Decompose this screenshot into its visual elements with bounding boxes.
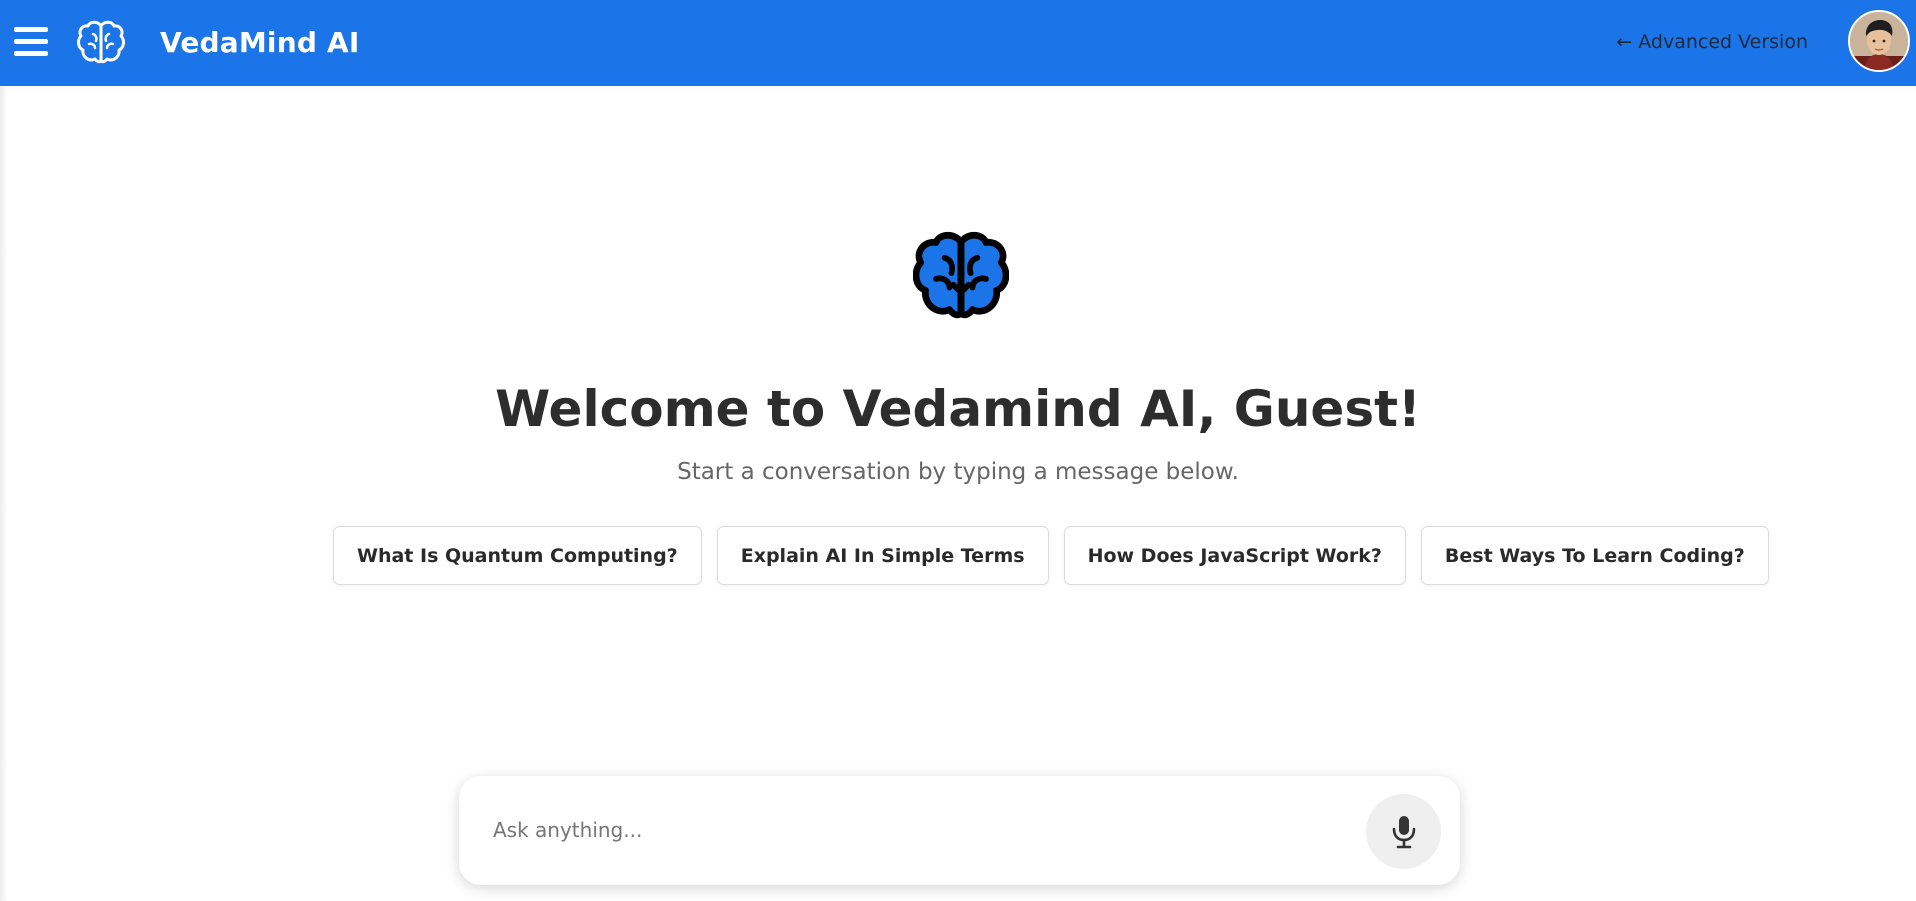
- hamburger-menu-icon[interactable]: [14, 27, 48, 61]
- suggestion-chip-explain-ai[interactable]: Explain AI In Simple Terms: [716, 526, 1049, 585]
- avatar-portrait-icon: [1850, 12, 1908, 70]
- microphone-icon: [1392, 815, 1415, 848]
- suggestion-chip-learn-coding[interactable]: Best Ways To Learn Coding?: [1420, 526, 1769, 585]
- suggestion-chip-quantum-computing[interactable]: What Is Quantum Computing?: [333, 526, 702, 585]
- microphone-button[interactable]: [1366, 794, 1441, 869]
- welcome-heading: Welcome to Vedamind AI, Guest!: [495, 380, 1421, 438]
- app-page: VedaMind AI ← Advanced Version Welcome t…: [0, 0, 1916, 901]
- brain-icon: [913, 231, 1009, 319]
- suggestion-chip-javascript[interactable]: How Does JavaScript Work?: [1063, 526, 1406, 585]
- sidebar-edge-shadow: [0, 86, 7, 901]
- advanced-version-link[interactable]: ← Advanced Version: [1616, 31, 1808, 53]
- welcome-subtitle: Start a conversation by typing a message…: [677, 459, 1239, 485]
- message-composer: [459, 776, 1460, 885]
- app-title: VedaMind AI: [160, 26, 360, 59]
- top-bar: VedaMind AI ← Advanced Version: [0, 0, 1916, 86]
- brain-icon: [77, 20, 125, 64]
- message-input[interactable]: [493, 810, 1313, 850]
- suggestion-list: What Is Quantum Computing? Explain AI In…: [333, 526, 1769, 585]
- user-avatar[interactable]: [1848, 10, 1910, 72]
